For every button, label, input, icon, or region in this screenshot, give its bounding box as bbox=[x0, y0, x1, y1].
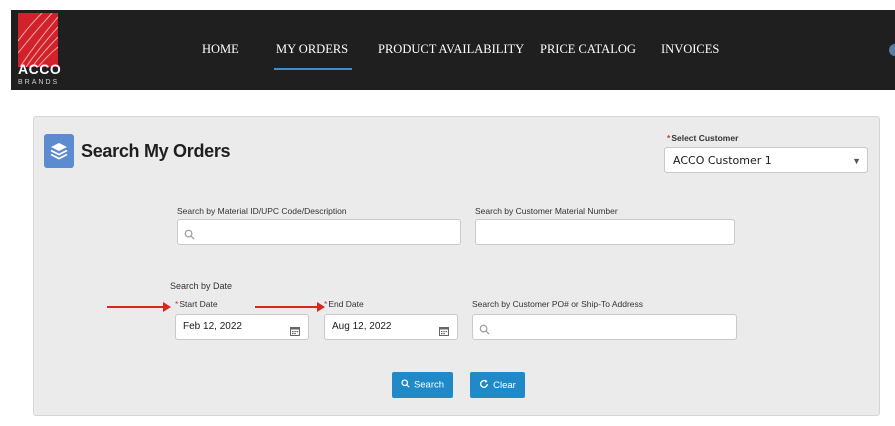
customer-material-input[interactable] bbox=[475, 219, 735, 245]
nav-home[interactable]: HOME bbox=[202, 42, 239, 57]
user-avatar[interactable] bbox=[889, 44, 895, 56]
required-marker: * bbox=[667, 133, 671, 143]
search-orders-panel: Search My Orders *Select Customer ACCO C… bbox=[33, 116, 880, 416]
start-date-input[interactable]: Feb 12, 2022 bbox=[175, 314, 309, 340]
nav-my-orders[interactable]: MY ORDERS bbox=[273, 42, 353, 70]
acco-brands-logo[interactable]: ACCO BRANDS bbox=[18, 13, 64, 86]
calendar-icon[interactable] bbox=[290, 323, 300, 341]
calendar-icon[interactable] bbox=[439, 323, 449, 341]
chevron-down-icon: ▼ bbox=[852, 156, 861, 166]
po-search-input[interactable] bbox=[472, 314, 737, 340]
end-date-label: *End Date bbox=[324, 299, 364, 309]
start-date-label: *Start Date bbox=[175, 299, 218, 309]
select-customer-label: *Select Customer bbox=[667, 133, 739, 143]
start-date-value: Feb 12, 2022 bbox=[183, 321, 242, 332]
stack-icon bbox=[44, 134, 74, 168]
refresh-icon bbox=[479, 379, 489, 392]
brand-name: ACCO bbox=[18, 61, 62, 77]
nav-product-availability[interactable]: PRODUCT AVAILABILITY bbox=[378, 42, 524, 57]
annotation-arrow-end bbox=[255, 302, 325, 312]
clear-button-label: Clear bbox=[493, 379, 516, 391]
brand-sub: BRANDS bbox=[18, 79, 60, 86]
top-navigation-bar: ACCO BRANDS HOME MY ORDERS PRODUCT AVAIL… bbox=[11, 10, 895, 90]
search-icon bbox=[401, 379, 410, 391]
po-search-label: Search by Customer PO# or Ship-To Addres… bbox=[472, 299, 644, 309]
search-button[interactable]: Search bbox=[392, 372, 453, 398]
nav-price-catalog[interactable]: PRICE CATALOG bbox=[540, 42, 636, 57]
annotation-arrow-start bbox=[107, 302, 171, 312]
search-button-label: Search bbox=[413, 379, 445, 391]
page-title: Search My Orders bbox=[81, 141, 231, 161]
nav-invoices[interactable]: INVOICES bbox=[661, 42, 719, 57]
end-date-input[interactable]: Aug 12, 2022 bbox=[324, 314, 458, 340]
customer-select[interactable]: ACCO Customer 1 ▼ bbox=[664, 147, 868, 173]
material-search-label: Search by Material ID/UPC Code/Descripti… bbox=[177, 206, 347, 216]
end-date-value: Aug 12, 2022 bbox=[332, 321, 392, 332]
customer-material-label: Search by Customer Material Number bbox=[475, 206, 618, 216]
logo-mark bbox=[18, 13, 58, 67]
search-icon bbox=[479, 322, 490, 340]
date-section-label: Search by Date bbox=[170, 281, 233, 291]
customer-select-value: ACCO Customer 1 bbox=[673, 154, 772, 167]
material-search-input[interactable] bbox=[177, 219, 461, 245]
search-icon bbox=[184, 227, 195, 245]
clear-button[interactable]: Clear bbox=[470, 372, 525, 398]
